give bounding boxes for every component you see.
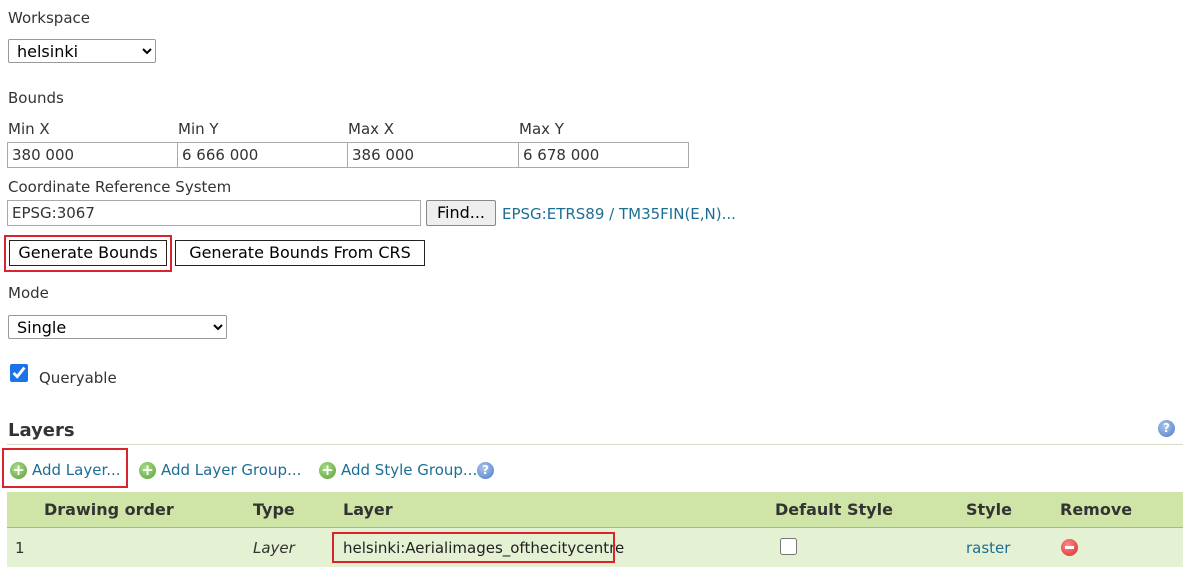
- row-type: Layer: [253, 539, 295, 557]
- col-default-style: Default Style: [775, 500, 893, 519]
- crs-description-link[interactable]: EPSG:ETRS89 / TM35FIN(E,N)...: [502, 205, 736, 223]
- crs-input[interactable]: [7, 200, 421, 226]
- col-remove: Remove: [1060, 500, 1133, 519]
- layers-title: Layers: [8, 420, 75, 441]
- highlight-layer-name: [332, 532, 615, 563]
- workspace-label: Workspace: [8, 9, 90, 27]
- workspace-select[interactable]: helsinki: [8, 39, 156, 63]
- generate-bounds-from-crs-button[interactable]: Generate Bounds From CRS: [175, 240, 425, 266]
- min-y-input[interactable]: [177, 142, 348, 168]
- highlight-add-layer: [2, 448, 128, 488]
- layers-help-icon[interactable]: ?: [1158, 420, 1175, 437]
- highlight-generate-bounds: [4, 235, 172, 272]
- mode-select[interactable]: Single: [8, 315, 227, 339]
- min-x-label: Min X: [8, 120, 50, 138]
- add-layer-group-link[interactable]: + Add Layer Group...: [139, 461, 301, 479]
- max-x-input[interactable]: [347, 142, 519, 168]
- mode-label: Mode: [8, 284, 49, 302]
- col-layer: Layer: [343, 500, 393, 519]
- add-icon: +: [139, 462, 156, 479]
- min-x-input[interactable]: [7, 142, 178, 168]
- max-y-input[interactable]: [518, 142, 689, 168]
- default-style-checkbox[interactable]: [780, 538, 797, 555]
- col-drawing-order: Drawing order: [44, 500, 174, 519]
- layers-divider: [7, 444, 1183, 445]
- row-order: 1: [15, 539, 25, 557]
- remove-icon[interactable]: [1061, 539, 1078, 556]
- min-y-label: Min Y: [178, 120, 219, 138]
- crs-label: Coordinate Reference System: [8, 178, 232, 196]
- queryable-label: Queryable: [39, 369, 117, 387]
- col-style: Style: [966, 500, 1012, 519]
- add-icon: +: [319, 462, 336, 479]
- col-type: Type: [253, 500, 295, 519]
- style-group-help-icon[interactable]: ?: [477, 462, 494, 479]
- queryable-checkbox[interactable]: [10, 364, 28, 382]
- bounds-label: Bounds: [8, 89, 64, 107]
- add-style-group-link[interactable]: + Add Style Group...: [319, 461, 477, 479]
- row-style-link[interactable]: raster: [966, 539, 1010, 557]
- crs-find-button[interactable]: Find...: [426, 200, 496, 226]
- max-x-label: Max X: [348, 120, 395, 138]
- max-y-label: Max Y: [519, 120, 564, 138]
